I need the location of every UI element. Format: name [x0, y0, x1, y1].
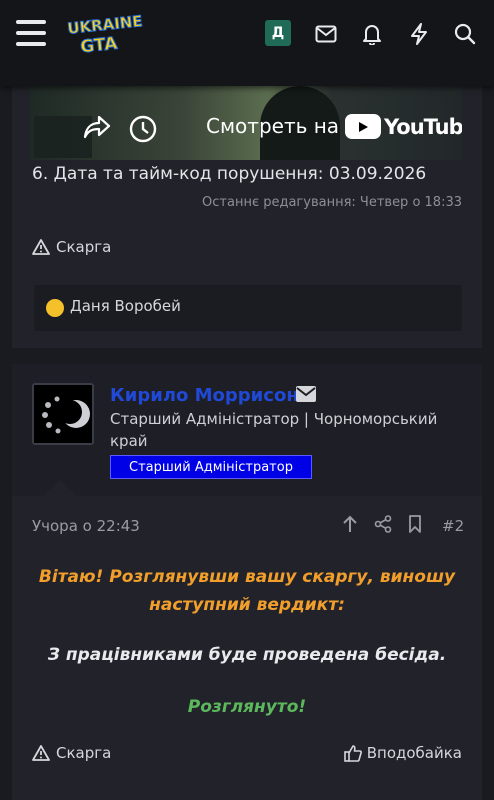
thumbs-up-icon	[343, 745, 362, 762]
site-logo[interactable]: UKRAINE GTA	[64, 11, 144, 58]
report-label: Скарга	[56, 744, 112, 762]
author-avatar[interactable]	[32, 383, 94, 445]
like-button[interactable]: Вподобайка	[343, 744, 462, 762]
laughing-emoji-icon	[46, 299, 64, 317]
watch-on-label: Смотреть на	[206, 114, 340, 138]
user-avatar[interactable]: Д	[265, 20, 291, 46]
share-icon[interactable]	[374, 515, 392, 537]
warning-icon	[32, 239, 50, 255]
bookmark-icon[interactable]	[408, 515, 422, 537]
mail-icon[interactable]	[312, 20, 340, 48]
share-icon[interactable]	[82, 114, 112, 144]
author-block: Кирило Моррисон Старший Адміністратор | …	[12, 364, 482, 497]
message-status: Розглянуто!	[187, 697, 307, 717]
author-name[interactable]: Кирило Моррисон	[110, 385, 299, 406]
like-label: Вподобайка	[366, 744, 462, 762]
top-navigation-bar: UKRAINE GTA Д	[0, 0, 494, 86]
report-button[interactable]: Скарга	[32, 238, 111, 256]
author-arrow	[42, 480, 78, 497]
last-edited: Останнє редагування: Четвер о 18:33	[202, 195, 462, 210]
reactions-bar: Даня Воробей	[34, 285, 462, 331]
report-label: Скарга	[56, 238, 112, 256]
author-role: Старший Адміністратор | Чорноморський кр…	[110, 410, 438, 450]
warning-icon	[32, 745, 50, 761]
youtube-wordmark: YouTube	[384, 114, 462, 139]
report-button[interactable]: Скарга	[32, 744, 111, 762]
message-greeting: Вітаю! Розглянувши вашу скаргу, виношу н…	[38, 567, 456, 615]
youtube-play-icon	[345, 114, 381, 139]
youtube-logo[interactable]: YouTube	[345, 114, 462, 139]
post-number[interactable]: #2	[442, 517, 464, 535]
logo-text-bottom: GTA	[79, 34, 119, 58]
menu-icon[interactable]	[16, 20, 46, 46]
post-previous: Смотреть на YouTube 6. Дата та тайм-код …	[12, 86, 482, 348]
message-verdict: З працівниками буде проведена бесіда.	[47, 645, 447, 665]
post-timestamp[interactable]: Учора о 22:43	[32, 517, 140, 535]
post-text-line: 6. Дата та тайм-код порушення: 03.09.202…	[32, 164, 427, 184]
watch-later-icon[interactable]	[128, 114, 158, 148]
bell-icon[interactable]	[358, 20, 386, 48]
arrow-up-icon[interactable]	[342, 515, 358, 537]
bolt-icon[interactable]	[405, 20, 433, 48]
user-title-badge: Старший Адміністратор	[110, 455, 312, 479]
reaction-user[interactable]: Даня Воробей	[70, 297, 181, 315]
search-icon[interactable]	[451, 20, 479, 48]
youtube-embed[interactable]: Смотреть на YouTube	[30, 86, 462, 160]
mail-icon[interactable]	[296, 386, 316, 406]
post-reply: Кирило Моррисон Старший Адміністратор | …	[12, 364, 482, 800]
